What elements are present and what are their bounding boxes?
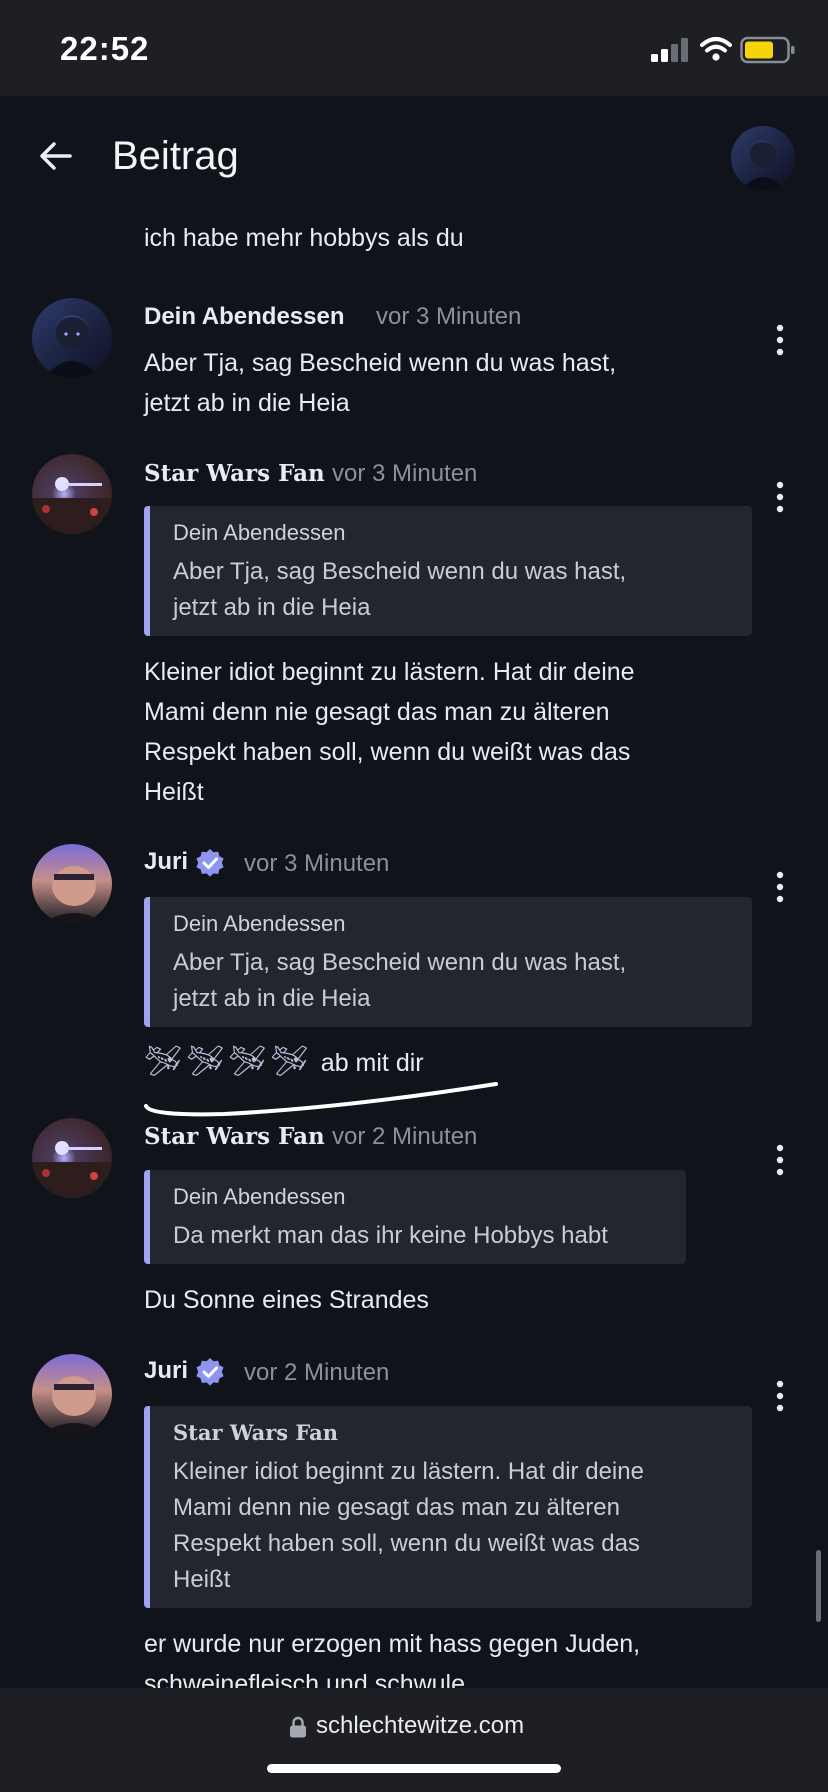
comment-body-text: jetzt ab in die Heia [144, 389, 350, 417]
page-title: Beitrag [112, 134, 239, 178]
comment-body-text: ab mit dir [320, 1049, 424, 1077]
quoted-comment[interactable]: Dein Abendessen Da merkt man das ihr kei… [144, 1170, 686, 1264]
quote-author: Dein Abendessen [173, 520, 346, 545]
comment-body-text: Aber Tja, sag Bescheid wenn du was hast, [144, 349, 617, 377]
quoted-comment[interactable]: Star Wars Fan Kleiner idiot beginnt zu l… [144, 1406, 752, 1608]
more-options-icon[interactable] [762, 475, 798, 519]
comment-author[interactable]: Juri [144, 848, 188, 876]
quote-text: jetzt ab in die Heia [173, 594, 371, 621]
comment-timestamp: vor 3 Minuten [376, 303, 522, 330]
cellular-signal-icon [651, 38, 688, 62]
more-options-icon[interactable] [762, 318, 798, 362]
user-avatar[interactable] [32, 298, 112, 378]
back-arrow-icon[interactable] [34, 134, 78, 178]
app-header: Beitrag [0, 96, 828, 224]
quote-author: Star Wars Fan [173, 1420, 339, 1445]
comment-body-text: Heißt [144, 778, 204, 806]
quote-text: Heißt [173, 1566, 231, 1593]
comment-body-text: Respekt haben soll, wenn du weißt was da… [144, 738, 631, 766]
comment-author[interactable]: Dein Abendessen [144, 303, 345, 331]
quoted-comment[interactable]: Dein Abendessen Aber Tja, sag Bescheid w… [144, 506, 752, 636]
quote-text: Respekt haben soll, wenn du weißt was da… [173, 1530, 640, 1557]
lock-icon [290, 1716, 306, 1738]
comment-timestamp: vor 2 Minuten [244, 1359, 390, 1386]
comment-timestamp: vor 3 Minuten [332, 460, 478, 487]
comment-body-text: Kleiner idiot beginnt zu lästern. Hat di… [144, 658, 635, 686]
more-options-icon[interactable] [762, 865, 798, 909]
status-bar: 22:52 [0, 0, 828, 96]
verified-badge-icon [196, 1358, 224, 1386]
quote-author: Dein Abendessen [173, 911, 346, 936]
quote-author: Dein Abendessen [173, 1184, 346, 1209]
battery-icon [740, 36, 795, 64]
verified-badge-icon [196, 849, 224, 877]
comment-feed: ich habe mehr hobbys als du Dein Abendes… [0, 224, 828, 1688]
quote-text: Aber Tja, sag Bescheid wenn du was hast, [173, 558, 627, 585]
handwritten-underline [144, 1082, 498, 1117]
url-text[interactable]: schlechtewitze.com [316, 1712, 524, 1740]
user-avatar[interactable] [32, 844, 112, 924]
more-options-icon[interactable] [762, 1138, 798, 1182]
user-avatar[interactable] [731, 126, 795, 190]
comment-body-text: schweinefleisch und schwule [144, 1670, 466, 1688]
scrollbar[interactable] [816, 1550, 821, 1622]
quote-text: Da merkt man das ihr keine Hobbys habt [173, 1222, 608, 1249]
comment-body-text: ich habe mehr hobbys als du [144, 224, 464, 252]
quote-text: Kleiner idiot beginnt zu lästern. Hat di… [173, 1458, 644, 1485]
user-avatar[interactable] [32, 1118, 112, 1198]
comment-body-text: Mami denn nie gesagt das man zu älteren [144, 698, 610, 726]
quote-text: Mami denn nie gesagt das man zu älteren [173, 1494, 620, 1521]
user-avatar[interactable] [32, 1354, 112, 1434]
quoted-comment[interactable]: Dein Abendessen Aber Tja, sag Bescheid w… [144, 897, 752, 1027]
airplane-emoji: 🛩🛩🛩🛩 [144, 1044, 313, 1079]
comment-body-text: Du Sonne eines Strandes [144, 1286, 429, 1314]
browser-address-bar[interactable]: schlechtewitze.com [0, 1688, 828, 1792]
comment-timestamp: vor 2 Minuten [332, 1123, 478, 1150]
user-avatar[interactable] [32, 454, 112, 534]
comment-author[interactable]: Star Wars Fan [144, 460, 325, 487]
comment-body-text: er wurde nur erzogen mit hass gegen Jude… [144, 1630, 641, 1658]
wifi-icon [700, 37, 732, 61]
more-options-icon[interactable] [762, 1374, 798, 1418]
quote-text: Aber Tja, sag Bescheid wenn du was hast, [173, 949, 627, 976]
home-indicator[interactable] [267, 1764, 561, 1773]
comment-author[interactable]: Star Wars Fan [144, 1123, 325, 1150]
comment-author[interactable]: Juri [144, 1357, 188, 1385]
comment-timestamp: vor 3 Minuten [244, 850, 390, 877]
quote-text: jetzt ab in die Heia [173, 985, 371, 1012]
status-time: 22:52 [60, 30, 150, 67]
